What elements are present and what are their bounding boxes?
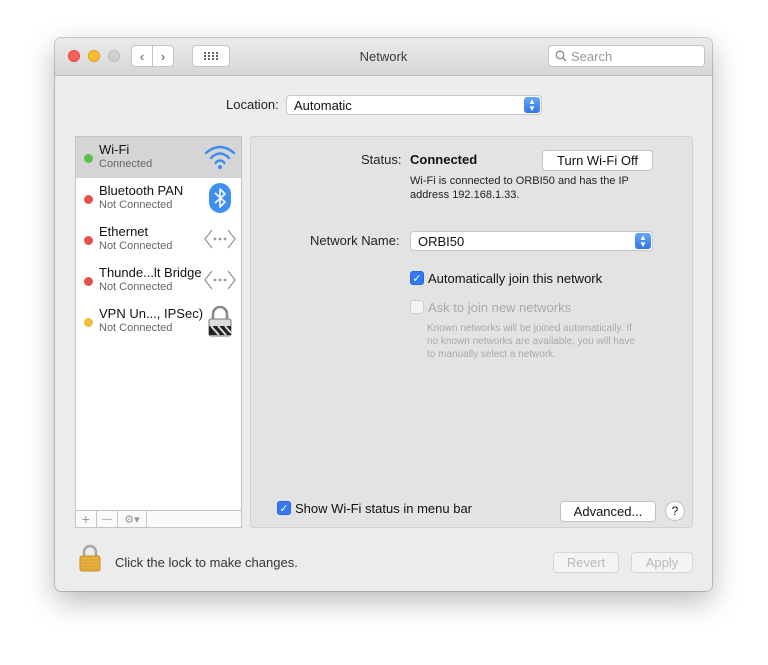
status-description-line-2: address 192.168.1.33. (410, 189, 520, 201)
network-name-label: Network Name: (310, 233, 400, 248)
service-status: Not Connected (99, 240, 173, 252)
ask-to-join-description-line-2: no known networks are available, you wil… (427, 336, 635, 347)
ask-to-join-description-line-1: Known networks will be joined automatica… (427, 323, 632, 334)
service-name: Ethernet (99, 224, 149, 239)
network-name-popup[interactable]: ORBI50 ▲ ▼ (410, 231, 653, 251)
status-dot-not-connected (84, 195, 93, 204)
service-status: Not Connected (99, 199, 173, 211)
service-name: Bluetooth PAN (99, 183, 184, 198)
location-popup[interactable]: Automatic ▲ ▼ (286, 95, 542, 115)
ask-to-join-checkbox[interactable] (410, 300, 424, 314)
service-status: Connected (99, 158, 153, 170)
network-name-value: ORBI50 (418, 233, 465, 249)
add-service-button[interactable]: + (76, 511, 97, 527)
location-label: Location: (226, 97, 279, 112)
ethernet-icon (204, 223, 236, 255)
checkmark-icon: ✓ (279, 502, 289, 515)
service-item-vpn[interactable]: VPN Un..., IPSec) Not Connected (76, 301, 241, 342)
apply-button[interactable]: Apply (631, 552, 693, 573)
lock-message: Click the lock to make changes. (115, 555, 298, 570)
remove-service-button[interactable]: — (97, 511, 118, 527)
service-item-thunderbolt-bridge[interactable]: Thunde...lt Bridge Not Connected (76, 260, 241, 301)
status-description-line-1: Wi-Fi is connected to ORBI50 and has the… (410, 175, 629, 187)
revert-button[interactable]: Revert (553, 552, 619, 573)
service-item-ethernet[interactable]: Ethernet Not Connected (76, 219, 241, 260)
show-wifi-status-checkbox[interactable]: ✓ (277, 501, 291, 515)
service-item-bluetooth-pan[interactable]: Bluetooth PAN Not Connected (76, 178, 241, 219)
wifi-icon (204, 141, 236, 173)
lock-icon[interactable] (79, 544, 101, 572)
status-label: Status: (361, 152, 402, 167)
search-icon (555, 50, 567, 62)
help-icon: ? (671, 504, 679, 518)
status-dot-connected (84, 154, 93, 163)
auto-join-checkbox[interactable]: ✓ (410, 271, 424, 285)
bluetooth-icon (204, 182, 236, 214)
plus-icon: + (81, 511, 91, 527)
popup-arrows-icon: ▲ ▼ (635, 233, 651, 249)
status-dot-inactive (84, 318, 93, 327)
service-name: Thunde...lt Bridge (99, 265, 202, 280)
gear-icon: ⚙▾ (124, 513, 140, 526)
turn-wifi-off-label: Turn Wi-Fi Off (557, 153, 638, 168)
popup-arrows-icon: ▲ ▼ (524, 97, 540, 113)
service-status: Not Connected (99, 281, 173, 293)
location-value: Automatic (294, 97, 352, 113)
service-actions-button[interactable]: ⚙▾ (118, 511, 147, 527)
vpn-lock-icon (204, 305, 236, 337)
auto-join-label: Automatically join this network (428, 271, 603, 286)
revert-label: Revert (566, 555, 606, 570)
service-list: Wi-Fi Connected Bluetooth PAN Not Connec… (75, 136, 242, 528)
apply-label: Apply (645, 555, 679, 570)
status-value: Connected (410, 152, 478, 167)
status-dot-not-connected (84, 236, 93, 245)
advanced-button[interactable]: Advanced... (560, 501, 656, 522)
title-bar: ‹ › Network Search (55, 38, 712, 76)
ask-to-join-label: Ask to join new networks (428, 300, 572, 315)
wifi-detail-pane: Status: Connected Turn Wi-Fi Off Wi-Fi i… (250, 136, 693, 528)
show-wifi-status-label: Show Wi-Fi status in menu bar (295, 501, 473, 516)
help-button[interactable]: ? (665, 501, 685, 521)
search-placeholder: Search (571, 48, 613, 64)
status-dot-not-connected (84, 277, 93, 286)
network-preferences-window: ‹ › Network Search Location: Automatic ▲… (55, 38, 712, 591)
thunderbolt-bridge-icon (204, 264, 236, 296)
minus-icon: — (102, 513, 112, 525)
advanced-label: Advanced... (573, 504, 643, 519)
service-status: Not Connected (99, 322, 173, 334)
service-name: Wi-Fi (99, 142, 130, 157)
service-item-wifi[interactable]: Wi-Fi Connected (76, 137, 241, 178)
service-name: VPN Un..., IPSec) (99, 306, 204, 321)
service-list-toolbar: + — ⚙▾ (75, 510, 242, 528)
checkmark-icon: ✓ (412, 272, 422, 285)
search-field[interactable]: Search (548, 45, 705, 67)
ask-to-join-description-line-3: to manually select a network. (427, 349, 556, 360)
turn-wifi-off-button[interactable]: Turn Wi-Fi Off (542, 150, 653, 171)
